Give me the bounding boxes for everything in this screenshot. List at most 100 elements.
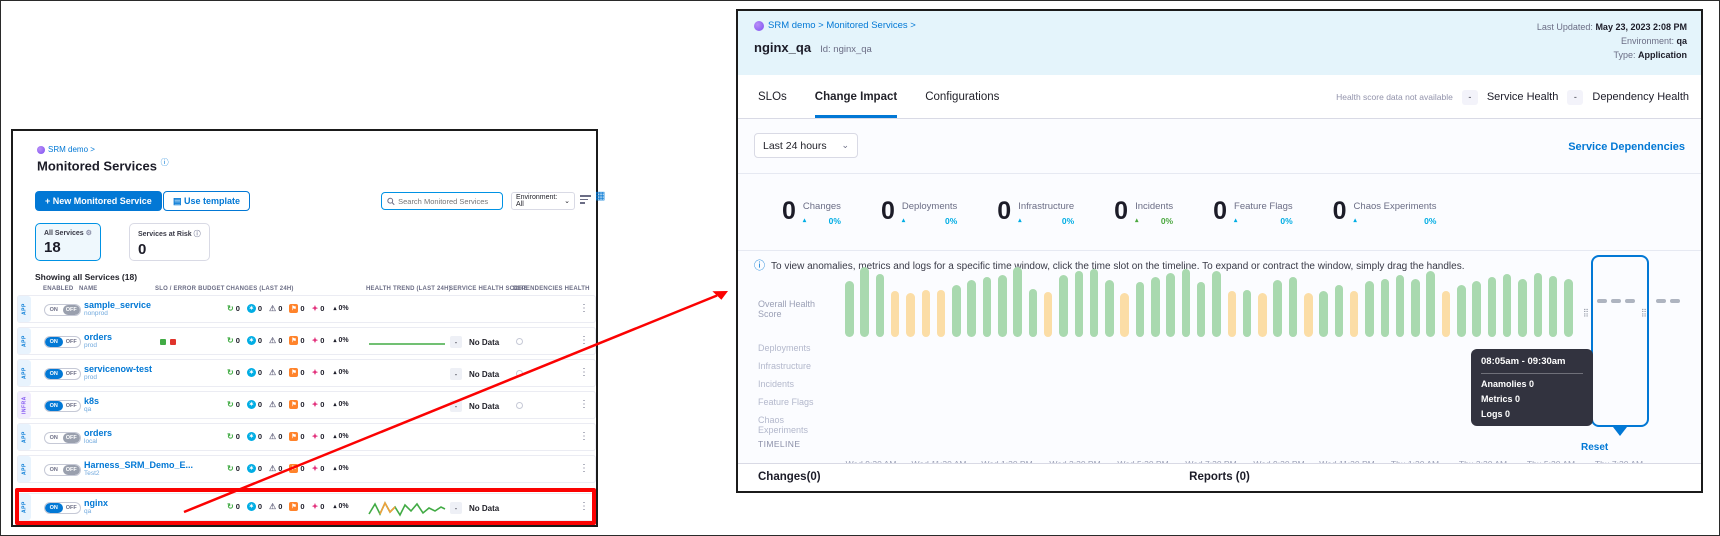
- reset-link[interactable]: Reset: [1581, 442, 1608, 453]
- timeline-bar[interactable]: [1365, 281, 1374, 337]
- use-template-button[interactable]: ▤ Use template: [163, 191, 250, 211]
- service-name-link[interactable]: sample_service: [84, 300, 151, 310]
- time-range-select[interactable]: Last 24 hours ⌄: [754, 133, 858, 158]
- summary-card-all-services[interactable]: All Services ⚙18: [35, 223, 101, 261]
- enable-toggle[interactable]: ONOFF: [44, 336, 81, 348]
- service-name-link[interactable]: nginx: [84, 498, 108, 508]
- enable-toggle[interactable]: ONOFF: [44, 304, 81, 316]
- tab-configurations[interactable]: Configurations: [925, 75, 999, 118]
- timeline-bar[interactable]: [1243, 290, 1252, 337]
- grid-view-icon[interactable]: ▦: [595, 191, 605, 202]
- table-row[interactable]: APPONOFFsample_servicenonprod↻0✶0⚠0⚑0✦0▴…: [17, 295, 596, 323]
- timeline-bar[interactable]: [1029, 289, 1038, 337]
- enable-toggle[interactable]: ONOFF: [44, 432, 81, 444]
- search-input[interactable]: [398, 197, 497, 206]
- enable-toggle[interactable]: ONOFF: [44, 464, 81, 476]
- timeline-bar[interactable]: [967, 280, 976, 337]
- timeline-bar[interactable]: [1105, 280, 1114, 337]
- timeline-bar[interactable]: [1197, 282, 1206, 337]
- row-menu-icon[interactable]: ⋮: [579, 463, 589, 474]
- timeline-bar[interactable]: [1503, 274, 1512, 337]
- timeline-bar[interactable]: [1090, 269, 1099, 337]
- table-row[interactable]: APPONOFFHarness_SRM_Demo_E...Test2↻0✶0⚠0…: [17, 455, 596, 483]
- row-menu-icon[interactable]: ⋮: [579, 367, 589, 378]
- footer-changes[interactable]: Changes(0): [758, 471, 821, 483]
- timeline-bar[interactable]: [1549, 276, 1558, 337]
- table-row[interactable]: APPONOFFordersprod↻0✶0⚠0⚑0✦0▴0%-No Data⋮: [17, 327, 596, 355]
- search-box[interactable]: [381, 192, 503, 210]
- environment-dropdown[interactable]: Environment: All ⌄: [511, 192, 575, 210]
- timeline-bar[interactable]: [1534, 273, 1543, 337]
- service-name-cell[interactable]: sample_servicenonprod: [84, 300, 151, 318]
- timeline-bar[interactable]: [1335, 285, 1344, 337]
- row-menu-icon[interactable]: ⋮: [579, 501, 589, 512]
- table-row[interactable]: APPONOFFservicenow-testprod↻0✶0⚠0⚑0✦0▴0%…: [17, 359, 596, 387]
- timeline-bar[interactable]: [906, 293, 915, 337]
- enable-toggle[interactable]: ONOFF: [44, 400, 81, 412]
- table-row[interactable]: INFRAONOFFk8sqa↻0✶0⚠0⚑0✦0▴0%-No Data⋮: [17, 391, 596, 419]
- timeline-bar[interactable]: [891, 291, 900, 337]
- timeline-bar[interactable]: [1151, 277, 1160, 337]
- service-name-cell[interactable]: orderslocal: [84, 428, 112, 446]
- timeline-bar[interactable]: [1013, 267, 1022, 337]
- timeline-bar[interactable]: [1472, 281, 1481, 337]
- timeline-bar[interactable]: [1273, 280, 1282, 337]
- timeline-bar[interactable]: [1411, 279, 1420, 337]
- service-dependencies-link[interactable]: Service Dependencies: [1568, 141, 1685, 153]
- enable-toggle[interactable]: ONOFF: [44, 502, 81, 514]
- timeline-bar[interactable]: [1075, 271, 1084, 337]
- filter-icon[interactable]: [580, 195, 591, 204]
- service-name-link[interactable]: Harness_SRM_Demo_E...: [84, 460, 193, 470]
- timeline-bar[interactable]: [1059, 275, 1068, 337]
- timeline-bar[interactable]: [1426, 271, 1435, 337]
- selection-drag-handle[interactable]: ⣿: [1641, 309, 1647, 317]
- timeline-bar[interactable]: [998, 275, 1007, 337]
- breadcrumb[interactable]: SRM demo >: [37, 145, 95, 154]
- row-menu-icon[interactable]: ⋮: [579, 303, 589, 314]
- summary-card-services-at-risk[interactable]: Services at Risk ⓘ0: [129, 223, 210, 261]
- table-row[interactable]: APPONOFForderslocal↻0✶0⚠0⚑0✦0▴0%⋮: [17, 423, 596, 451]
- timeline-bar[interactable]: [1289, 277, 1298, 337]
- timeline-bar[interactable]: [1319, 291, 1328, 337]
- service-name-cell[interactable]: Harness_SRM_Demo_E...Test2: [84, 460, 193, 478]
- timeline-bar[interactable]: [1228, 291, 1237, 337]
- timeline-bar[interactable]: [1044, 292, 1053, 337]
- timeline-bar[interactable]: [1396, 275, 1405, 337]
- tab-slos[interactable]: SLOs: [758, 75, 787, 118]
- timeline-bar[interactable]: [1166, 273, 1175, 337]
- timeline-bar[interactable]: [983, 277, 992, 337]
- service-name-link[interactable]: orders: [84, 428, 112, 438]
- selection-drag-handle[interactable]: ⣿: [1583, 309, 1589, 317]
- table-row[interactable]: APPONOFFnginxqa↻0✶0⚠0⚑0✦0▴0%-No Data⋮: [17, 493, 596, 521]
- timeline-bar[interactable]: [845, 281, 854, 337]
- timeline-bar[interactable]: [1304, 293, 1313, 337]
- timeline-bar[interactable]: [876, 274, 885, 337]
- row-menu-icon[interactable]: ⋮: [579, 399, 589, 410]
- timeline-bar[interactable]: [937, 290, 946, 337]
- timeline-bar[interactable]: [1350, 291, 1359, 337]
- timeline-bar[interactable]: [1120, 293, 1129, 337]
- footer-reports[interactable]: Reports (0): [1189, 471, 1250, 483]
- timeline-bar[interactable]: [1136, 282, 1145, 337]
- row-menu-icon[interactable]: ⋮: [579, 431, 589, 442]
- service-name-link[interactable]: orders: [84, 332, 112, 342]
- timeline-bar[interactable]: [1381, 279, 1390, 337]
- timeline-bar[interactable]: [1182, 269, 1191, 337]
- new-monitored-service-button[interactable]: + New Monitored Service: [35, 191, 162, 211]
- enable-toggle[interactable]: ONOFF: [44, 368, 81, 380]
- tab-change-impact[interactable]: Change Impact: [815, 75, 897, 118]
- timeline-bar[interactable]: [1442, 291, 1451, 337]
- time-window-selection[interactable]: [1591, 255, 1649, 427]
- timeline-bar[interactable]: [1258, 293, 1267, 337]
- service-name-cell[interactable]: k8sqa: [84, 396, 99, 414]
- timeline-bar[interactable]: [952, 285, 961, 337]
- row-menu-icon[interactable]: ⋮: [579, 335, 589, 346]
- service-name-link[interactable]: servicenow-test: [84, 364, 152, 374]
- timeline-bar[interactable]: [1488, 277, 1497, 337]
- timeline-bar[interactable]: [1457, 285, 1466, 337]
- timeline-bar[interactable]: [1518, 279, 1527, 337]
- service-name-cell[interactable]: servicenow-testprod: [84, 364, 152, 382]
- service-name-cell[interactable]: ordersprod: [84, 332, 112, 350]
- service-name-cell[interactable]: nginxqa: [84, 498, 108, 516]
- service-name-link[interactable]: k8s: [84, 396, 99, 406]
